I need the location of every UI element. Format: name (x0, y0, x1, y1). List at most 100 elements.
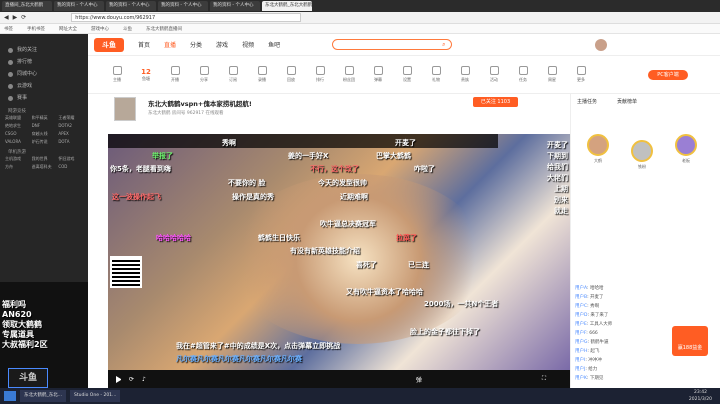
rank-card[interactable]: 大鹤 (583, 134, 613, 164)
bookmark-item[interactable]: 游戏中心 (91, 26, 109, 32)
danmu-item: 又有吹牛逼资本了哈哈哈 (346, 288, 423, 296)
fullscreen-icon[interactable]: ⛶ (542, 375, 546, 383)
browser-tab[interactable]: 直播间_东北大鹤鹤 (2, 1, 52, 11)
sidebar-category[interactable]: 逃离塔科夫 (32, 164, 57, 170)
volume-icon[interactable]: ♪ (142, 376, 146, 383)
category-item[interactable]: 设置 (396, 66, 418, 83)
room-title: 东北大鹤鹤vspn+傀本家捞机超航! (148, 100, 252, 108)
tab-contribution[interactable]: 贡献榜单 (617, 98, 637, 105)
danmu-toggle-icon[interactable]: 弹 (416, 375, 422, 384)
category-item[interactable]: 开播 (164, 66, 186, 83)
video-right-overlay-text: 开麦了 下期到 给我们 大佬们 上期 别来 就走 (547, 141, 568, 215)
danmu-item: 我在#超管来了#中的成绩是X次，点击弹幕立即挑战 (176, 342, 341, 350)
category-item[interactable]: 12 鱼塘 (135, 68, 157, 82)
danmu-item: 举报了 (152, 152, 173, 160)
sidebar-category[interactable]: CSGO (5, 131, 30, 137)
follow-button[interactable]: 已关注 1103 (473, 97, 518, 107)
bookmark-item[interactable]: 手机书签 (27, 26, 45, 32)
bookmarks-bar: 书签 手机书签 网址大全 游戏中心 斗鱼 东北大鹤鹤直播间 (0, 24, 720, 34)
sidebar-category[interactable]: 炉石传说 (32, 139, 57, 145)
danmu-item: 喜死了 (356, 261, 377, 269)
browser-tab[interactable]: 我的资料 - 个人中心 (106, 1, 156, 11)
browser-tab[interactable]: 我的资料 - 个人中心 (158, 1, 208, 11)
category-item[interactable]: 录播 (251, 66, 273, 83)
rank-card[interactable]: 老板 (671, 134, 701, 164)
chat-message: 用户J: 给力 (575, 367, 598, 372)
search-input[interactable] (332, 39, 453, 50)
nav-yuba[interactable]: 鱼吧 (268, 40, 280, 49)
trophy-icon (8, 59, 13, 65)
category-item[interactable]: 排行 (309, 66, 331, 83)
sidebar-category[interactable]: 方舟 (5, 164, 30, 170)
category-item[interactable]: 主播 (106, 66, 128, 83)
rank-card[interactable]: 铁粉 (627, 140, 657, 170)
nav-category[interactable]: 分类 (190, 40, 202, 49)
sidebar-category[interactable]: DOTA (58, 139, 83, 145)
browser-tab[interactable]: 我的资料 - 个人中心 (210, 1, 260, 11)
category-item[interactable]: 更多 (570, 66, 592, 83)
sidebar-item-rank[interactable]: 排行榜 (0, 56, 88, 68)
danmu-item: 巴掌大鹤鹤 (376, 152, 411, 160)
bookmark-item[interactable]: 斗鱼 (123, 26, 132, 32)
tab-anchor-task[interactable]: 主播任务 (577, 98, 597, 105)
search-icon[interactable]: ⌕ (442, 41, 445, 49)
douyu-watermark-logo: 斗鱼 (8, 368, 48, 388)
streamer-avatar[interactable] (114, 97, 136, 121)
sidebar-category[interactable]: DNF (32, 123, 57, 129)
category-item[interactable]: 礼物 (425, 66, 447, 83)
gift-promo-button[interactable]: 赢188益金 (672, 326, 708, 356)
sidebar-category[interactable]: 英雄联盟 (5, 115, 30, 121)
nav-video[interactable]: 视频 (242, 40, 254, 49)
category-item[interactable]: 粉丝团 (338, 66, 360, 83)
category-item[interactable]: 贵族 (454, 66, 476, 83)
sidebar-category[interactable]: 怀旧游戏 (58, 156, 83, 162)
rank-icon (315, 66, 325, 75)
sidebar-category[interactable]: 我的世界 (32, 156, 57, 162)
category-item[interactable]: 周星 (541, 66, 563, 83)
category-bar: 主播 12 鱼塘 开播 分享 订阅 录播 回放 排行 粉丝团 弹幕 设置 礼物 贵… (88, 56, 720, 94)
refresh-icon[interactable]: ⟳ (21, 14, 26, 21)
sidebar-category[interactable]: DOTA2 (58, 123, 83, 129)
start-icon[interactable] (4, 391, 16, 401)
sidebar-category[interactable]: VALORA (5, 139, 30, 145)
url-field[interactable]: https://www.douyu.com/962917 (71, 13, 302, 22)
douyu-logo[interactable]: 斗鱼 (94, 37, 124, 52)
back-icon[interactable]: ◀ (4, 14, 9, 21)
nav-game[interactable]: 游戏 (216, 40, 228, 49)
sidebar-category[interactable]: 绝地求生 (5, 123, 30, 129)
pc-client-button[interactable]: PC客户端 (648, 70, 688, 80)
forward-icon[interactable]: ▶ (13, 14, 18, 21)
taskbar-item[interactable]: 东北大鹤鹤_东北... (20, 390, 67, 402)
sidebar-item-city[interactable]: 同城中心 (0, 68, 88, 80)
refresh-stream-icon[interactable]: ⟳ (129, 376, 134, 383)
sidebar-item-match[interactable]: 赛事 (0, 92, 88, 104)
sidebar-category[interactable]: 王者荣耀 (58, 115, 83, 121)
taskbar-item[interactable]: Studio One - 201... (70, 390, 121, 402)
sidebar-category[interactable]: 和平精英 (32, 115, 57, 121)
danmu-item: 秀啊 (222, 139, 236, 147)
category-item[interactable]: 回放 (280, 66, 302, 83)
bookmark-item[interactable]: 网址大全 (59, 26, 77, 32)
user-avatar[interactable] (595, 38, 608, 51)
sidebar-item-cloud[interactable]: 云游戏 (0, 80, 88, 92)
gift-icon (431, 66, 441, 75)
category-item[interactable]: 分享 (193, 66, 215, 83)
sidebar-category[interactable]: 穿越火线 (32, 131, 57, 137)
browser-tab-bar: 直播间_东北大鹤鹤 我的资料 - 个人中心 我的资料 - 个人中心 我的资料 -… (0, 0, 720, 12)
bookmark-item[interactable]: 书签 (4, 26, 13, 32)
category-item[interactable]: 活动 (483, 66, 505, 83)
qr-code (110, 256, 142, 288)
browser-tab-active[interactable]: 东北大鹤鹤_东北大鹤鹤直播间 (262, 1, 312, 11)
category-item[interactable]: 弹幕 (367, 66, 389, 83)
sidebar-item-follow[interactable]: 我的关注 (0, 44, 88, 56)
category-item[interactable]: 订阅 (222, 66, 244, 83)
play-icon[interactable] (116, 375, 121, 383)
browser-tab[interactable]: 我的资料 - 个人中心 (54, 1, 104, 11)
nav-home[interactable]: 首页 (138, 40, 150, 49)
nav-live[interactable]: 直播 (164, 40, 176, 49)
category-item[interactable]: 任务 (512, 66, 534, 83)
sidebar-category[interactable]: APEX (58, 131, 83, 137)
bookmark-item[interactable]: 东北大鹤鹤直播间 (146, 26, 182, 32)
sidebar-category[interactable]: 主机游戏 (5, 156, 30, 162)
sidebar-category[interactable]: COD (58, 164, 83, 170)
